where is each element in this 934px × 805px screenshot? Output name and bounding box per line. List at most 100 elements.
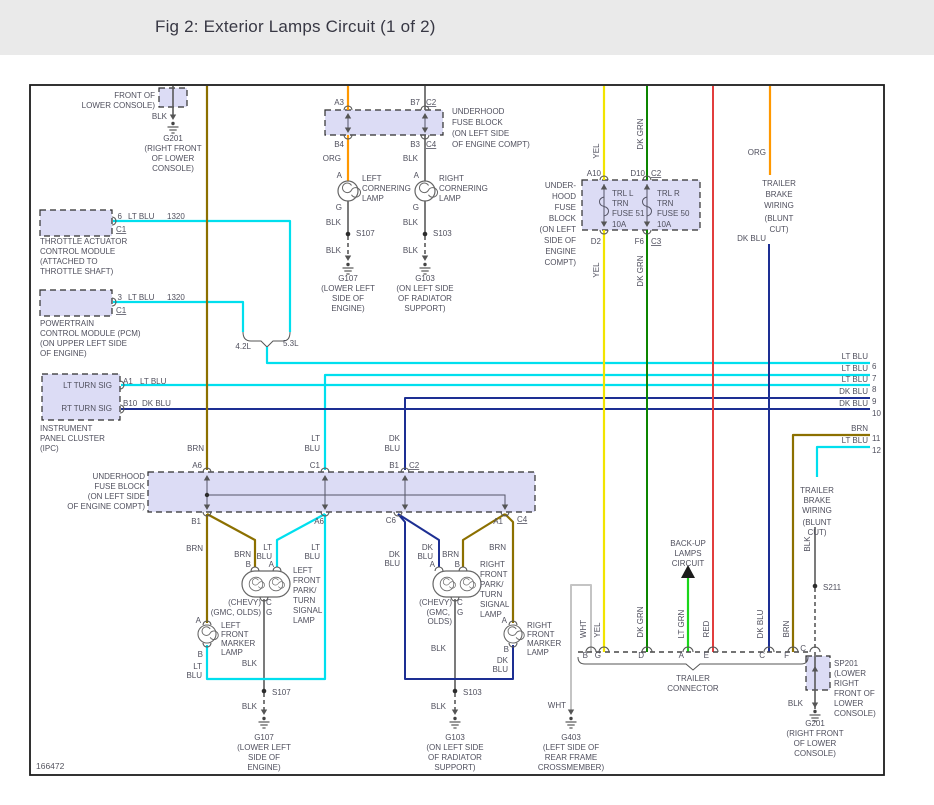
component-label: FUSE BLOCK <box>452 118 503 127</box>
wire-color-label: RED <box>702 620 711 637</box>
wire-color-label: BLK <box>152 112 168 121</box>
wire-color-label: BRN <box>187 444 204 453</box>
component-label: BRAKE <box>803 496 830 505</box>
pin-id: F6 <box>635 237 645 246</box>
ground-location: CONSOLE) <box>834 709 876 718</box>
wire-ltblu-7 <box>323 373 870 470</box>
component-label: BLOCK <box>549 214 577 223</box>
component-label: FRONT <box>480 570 508 579</box>
wire-color-label: DK <box>422 543 434 552</box>
underhood-fuse-block-trailer <box>581 179 701 231</box>
fuse-label: TRL L <box>612 189 634 198</box>
ground-location: ENGINE) <box>247 763 281 772</box>
off-page-ref: 7 <box>872 374 877 383</box>
fuse-label: TRN <box>612 199 629 208</box>
pin-id: A6 <box>314 517 324 526</box>
wire-color-label: BLU <box>384 559 400 568</box>
connector-id: C2 <box>426 98 437 107</box>
pin-id: F <box>784 651 789 660</box>
circuit-number: 1320 <box>167 212 185 221</box>
wire-color-label: BLK <box>326 218 342 227</box>
component-label: LEFT <box>362 174 382 183</box>
splice-id: S107 <box>272 688 291 697</box>
variant-label: OLDS) <box>428 617 453 626</box>
component-label: UNDERHOOD <box>93 472 146 481</box>
wire-color-label: DK BLU <box>756 609 765 638</box>
wire-color-label: LT BLU <box>842 436 869 445</box>
wire-ltblu-pcm <box>113 300 245 332</box>
ground-symbols <box>166 121 822 729</box>
pin-id: B7 <box>410 98 420 107</box>
wire-color-label: YEL <box>593 622 602 638</box>
component-label: (ATTACHED TO <box>40 257 98 266</box>
component-label: RIGHT <box>480 560 505 569</box>
component-label: POWERTRAIN <box>40 319 94 328</box>
wire-color-label: BLU <box>384 444 400 453</box>
component-label: CUT) <box>807 528 826 537</box>
ground-g403 <box>564 716 578 729</box>
component-label: (BLUNT <box>803 518 832 527</box>
pin-id: G <box>457 608 463 617</box>
component-label: (ON UPPER LEFT SIDE <box>40 339 127 348</box>
component-label: TURN <box>293 596 315 605</box>
ground-location: CROSSMEMBER) <box>538 763 605 772</box>
component-label: PANEL CLUSTER <box>40 434 105 443</box>
pin-id: A1 <box>493 517 503 526</box>
component-label: OF ENGINE COMPT) <box>67 502 145 511</box>
connector-id: C2 <box>651 169 662 178</box>
ground-location: (ON LEFT SIDE <box>426 743 483 752</box>
pin-id: G <box>595 651 601 660</box>
diagram-labels: FRONT OFLOWER CONSOLE)BLKG201(RIGHT FRON… <box>40 91 881 772</box>
pin-id: C <box>759 651 765 660</box>
component-label: CORNERING <box>362 184 411 193</box>
ground-location: OF RADIATOR <box>398 294 452 303</box>
pin-id: G <box>266 608 272 617</box>
wire-color-label: DK <box>389 434 401 443</box>
wire-color-label: LT <box>311 434 320 443</box>
wire-color-label: BRN <box>442 550 459 559</box>
ground-location: (LEFT SIDE OF <box>543 743 599 752</box>
component-label: WIRING <box>802 506 832 515</box>
right-cornering-lamp-symbol <box>414 180 439 202</box>
component-label: UNDER- <box>545 181 576 190</box>
fuse-label: FUSE 51 <box>612 209 645 218</box>
wire-color-label: DK BLU <box>737 234 766 243</box>
pin-id: A <box>196 616 202 625</box>
pin-id: A <box>430 560 436 569</box>
splice-id: S103 <box>433 229 452 238</box>
off-page-ref: 9 <box>872 397 877 406</box>
wire-ltblu-12 <box>815 445 870 477</box>
component-label: OF ENGINE COMPT) <box>452 140 530 149</box>
ground-g201-top <box>166 121 180 134</box>
component-label: WIRING <box>764 201 794 210</box>
left-cornering-lamp-symbol <box>337 180 362 202</box>
wire-color-label: BLK <box>242 702 258 711</box>
connector-id: C1 <box>116 306 127 315</box>
wire-color-label: LT BLU <box>128 212 155 221</box>
wire-color-label: BLU <box>492 665 508 674</box>
component-label: FUSE BLOCK <box>94 482 145 491</box>
ground-g107 <box>257 716 271 729</box>
wire-color-label: LT GRN <box>677 609 686 638</box>
pin-id: D2 <box>591 237 602 246</box>
ground-location: LOWER <box>834 699 864 708</box>
component-label: PARK/ <box>293 586 317 595</box>
wire-color-label: BRN <box>186 544 203 553</box>
throttle-actuator-module-block <box>39 209 113 237</box>
wire-color-label: LT BLU <box>842 364 869 373</box>
wire-color-label: BRN <box>782 620 791 637</box>
component-label: LAMP <box>221 648 243 657</box>
pin-id: A1 <box>123 377 133 386</box>
ground-location: CONSOLE) <box>794 749 836 758</box>
pin-id: E <box>704 651 709 660</box>
pin-id: B1 <box>389 461 399 470</box>
wire-color-label: DK BLU <box>142 399 171 408</box>
pin-id: A <box>414 171 420 180</box>
variant-label: (GMC, OLDS) <box>211 608 262 617</box>
component-label: SIDE OF <box>544 236 576 245</box>
component-label: LAMP <box>439 194 461 203</box>
pin-id: A <box>502 616 508 625</box>
pin-id: A <box>337 171 343 180</box>
wire-color-label: BLK <box>431 702 447 711</box>
component-label: SIGNAL <box>480 600 510 609</box>
